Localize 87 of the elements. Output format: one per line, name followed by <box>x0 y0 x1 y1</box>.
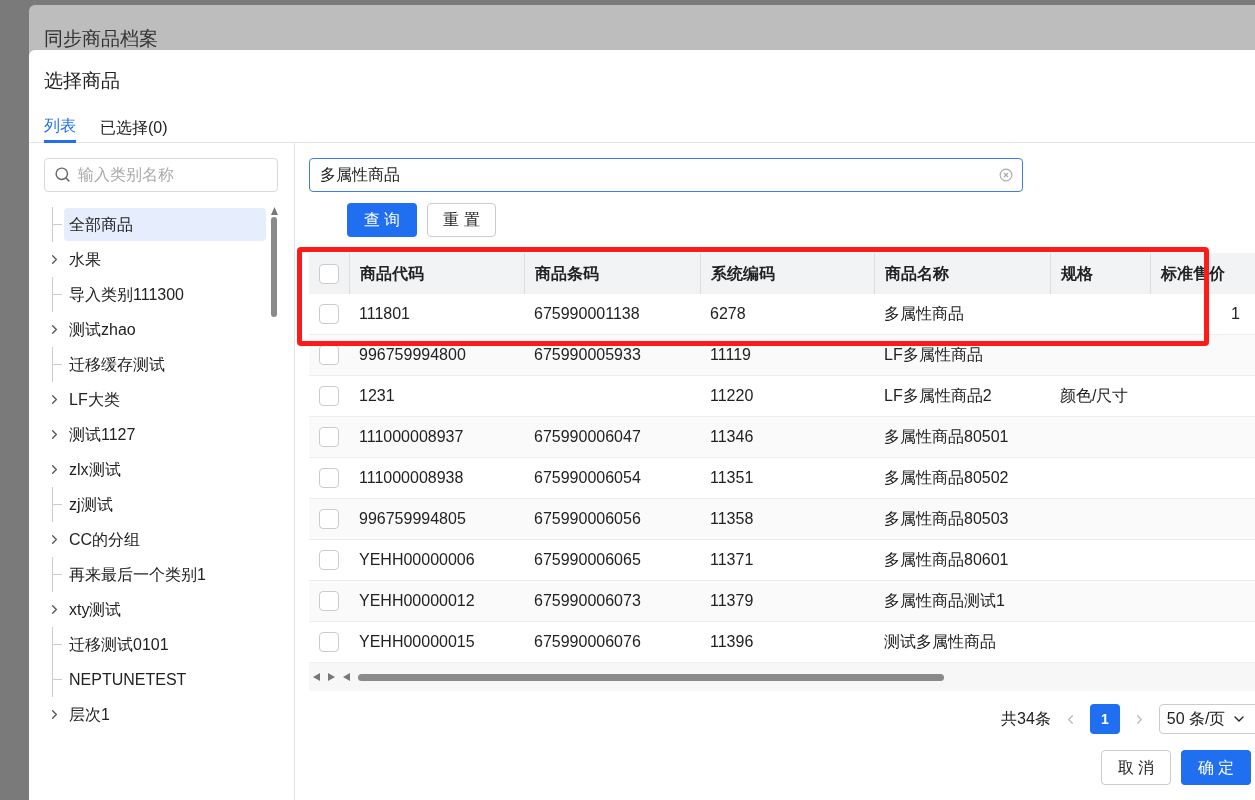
table-cell-text: 111000008938 <box>359 468 464 488</box>
tree-item[interactable]: xty测试 <box>64 593 127 626</box>
table-cell-text: 11379 <box>710 591 754 611</box>
page-size-select[interactable]: 50 条/页 <box>1158 704 1255 734</box>
table-cell-text: 675990006047 <box>534 427 641 447</box>
tree-item[interactable]: 导入类别111300 <box>64 278 189 311</box>
table-cell-text: 多属性商品80601 <box>884 550 1009 570</box>
table-cell-text: LF多属性商品2 <box>884 386 992 406</box>
scroll-right-icon[interactable] <box>328 673 335 681</box>
dialog-title: 同步商品档案 <box>44 27 158 51</box>
tree-item[interactable]: 测试1127 <box>64 418 141 451</box>
table-cell-text: 多属性商品 <box>884 304 964 324</box>
tree-item[interactable]: LF大类 <box>64 383 125 416</box>
reset-button[interactable]: 重 置 <box>427 203 496 237</box>
search-field[interactable]: 输入类别名称 <box>44 158 278 192</box>
table-cell-text: YEHH00000015 <box>359 632 475 652</box>
page-button[interactable]: 1 <box>1089 704 1120 734</box>
total-count: 共34条 <box>1001 709 1051 729</box>
table-cell-text: 6278 <box>710 304 746 324</box>
table-cell-text: 675990006065 <box>534 550 641 570</box>
query-button[interactable]: 查 询 <box>347 203 417 237</box>
tree-item[interactable]: CC的分组 <box>64 523 146 556</box>
table-cell-text: 多属性商品80501 <box>884 427 1009 447</box>
checkbox[interactable] <box>319 263 339 284</box>
search-field[interactable]: 多属性商品 <box>309 158 1023 192</box>
table-cell-text: 111000008937 <box>359 427 464 447</box>
tree-item[interactable]: NEPTUNETEST <box>64 663 192 696</box>
tree-item[interactable]: 测试zhao <box>64 313 141 346</box>
scroll-left-icon[interactable] <box>313 673 320 681</box>
checkbox[interactable] <box>319 427 339 447</box>
search-icon <box>54 166 71 183</box>
dialog-title: 选择商品 <box>44 68 120 93</box>
checkbox[interactable] <box>319 550 339 570</box>
table-cell-text: YEHH00000012 <box>359 591 475 611</box>
table-cell-text: 11351 <box>710 468 754 488</box>
table-cell-text: 11119 <box>710 345 751 365</box>
checkbox[interactable] <box>319 591 339 611</box>
scroll-left-icon[interactable] <box>343 673 350 681</box>
tree-item[interactable]: zj测试 <box>64 488 118 521</box>
column-header: 规格 <box>1061 263 1093 284</box>
tree-item[interactable]: 再来最后一个类别1 <box>64 558 211 591</box>
table-cell-text: 多属性商品80503 <box>884 509 1009 529</box>
table-cell-text: 11371 <box>710 550 754 570</box>
checkbox[interactable] <box>319 632 339 652</box>
table-cell-text: 996759994800 <box>359 345 466 365</box>
scroll-up-icon[interactable] <box>270 207 278 215</box>
checkbox[interactable] <box>319 509 339 529</box>
table-cell-text: 颜色/尺寸 <box>1060 386 1129 406</box>
tree-item[interactable]: 水果 <box>64 243 106 276</box>
tree-item[interactable]: 层次1 <box>64 698 115 731</box>
table-cell-text: 11396 <box>710 632 754 652</box>
table-cell-text: 多属性商品80502 <box>884 468 1009 488</box>
cancel-button[interactable]: 取 消 <box>1101 750 1171 785</box>
tree-item[interactable]: zlx测试 <box>64 453 126 486</box>
table-cell-text: 测试多属性商品 <box>884 632 996 652</box>
table-cell-text: 111801 <box>359 304 410 324</box>
confirm-button[interactable]: 确 定 <box>1181 750 1251 785</box>
column-header: 商品名称 <box>885 263 949 284</box>
table-cell-text: 996759994805 <box>359 509 466 529</box>
table-cell-text: 675990005933 <box>534 345 641 365</box>
table-cell-text: LF多属性商品 <box>884 345 983 365</box>
checkbox[interactable] <box>319 345 339 365</box>
table-cell-text: 675990006056 <box>534 509 641 529</box>
clear-icon[interactable] <box>999 168 1013 182</box>
tree-item[interactable]: 迁移缓存测试 <box>64 348 170 381</box>
tree-item[interactable]: 全部商品 <box>64 208 266 241</box>
table-cell-text: 1231 <box>359 386 395 406</box>
column-header: 系统编码 <box>711 263 775 284</box>
table-cell-text: YEHH00000006 <box>359 550 475 570</box>
table-cell-text: 675990006076 <box>534 632 641 652</box>
table-cell-text: 675990006054 <box>534 468 641 488</box>
table-cell-text: 11358 <box>710 509 754 529</box>
table-cell-text: 675990006073 <box>534 591 641 611</box>
column-header: 商品条码 <box>535 263 599 284</box>
tree-item[interactable]: 迁移测试0101 <box>64 628 174 661</box>
table-cell-text: 1 <box>1231 304 1240 324</box>
checkbox[interactable] <box>319 386 339 406</box>
column-header: 商品代码 <box>360 263 424 284</box>
checkbox[interactable] <box>319 468 339 488</box>
checkbox[interactable] <box>319 304 339 324</box>
table-cell-text: 11220 <box>710 386 754 406</box>
table-cell-text: 多属性商品测试1 <box>884 591 1005 611</box>
tab[interactable]: 列表 <box>44 112 76 143</box>
horizontal-scrollbar[interactable] <box>309 663 1255 691</box>
table-cell-text: 11346 <box>710 427 754 447</box>
table-cell-text: 675990001138 <box>534 304 640 324</box>
tab[interactable]: 已选择(0) <box>100 112 168 143</box>
